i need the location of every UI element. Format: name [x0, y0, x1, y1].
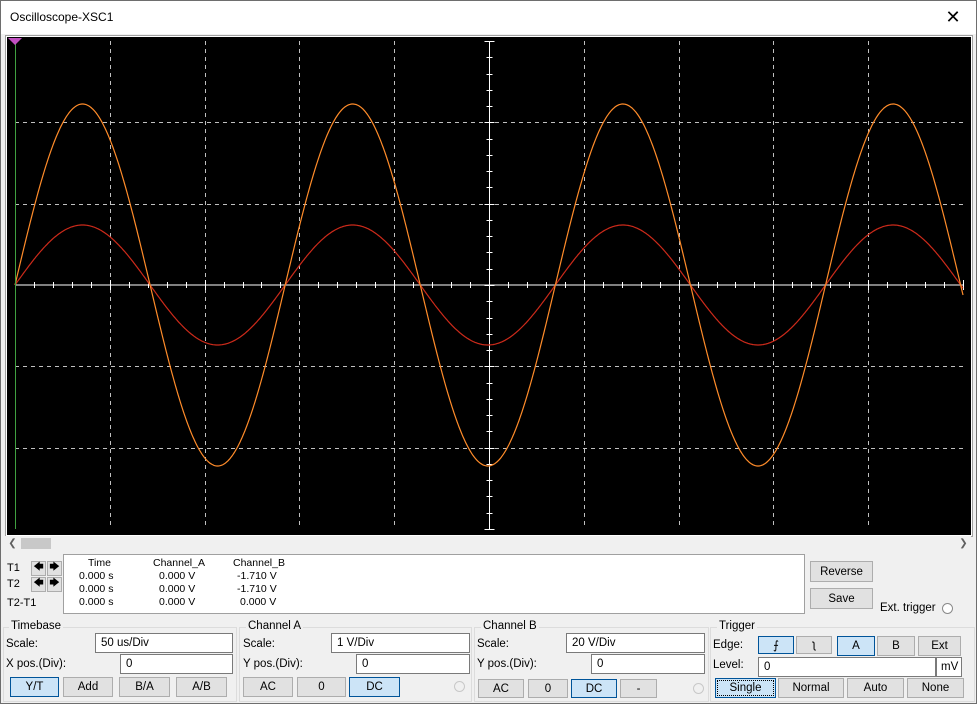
ext-trigger-radio[interactable]	[942, 603, 953, 614]
trigger-source-b[interactable]: B	[877, 636, 915, 656]
scope-display	[7, 37, 971, 535]
readout-t2-channel-a: 0.000 V	[159, 583, 196, 595]
channel-b-coupling-0[interactable]: 0	[528, 679, 568, 698]
channel-a-coupling-0[interactable]: 0	[297, 677, 346, 697]
channel-b-scale-label: Scale:	[477, 638, 509, 650]
channel-a-scale-label: Scale:	[243, 638, 275, 650]
close-icon: ✕	[945, 7, 961, 27]
t2-right-button[interactable]: 🡆	[47, 576, 62, 592]
trigger-edge-rising-button[interactable]: ⨍	[758, 636, 794, 654]
timebase-xpos-input[interactable]: 0	[120, 654, 233, 674]
trigger-mode-none[interactable]: None	[907, 678, 964, 698]
channel-b-title: Channel B	[481, 620, 539, 632]
channel-b-scale-input[interactable]: 20 V/Div	[566, 633, 705, 653]
window-title: Oscilloscope-XSC1	[10, 10, 114, 24]
scroll-thumb[interactable]	[21, 538, 51, 549]
scroll-right-icon[interactable]: ❯	[956, 536, 971, 551]
channel-b-coupling-minus[interactable]: -	[620, 679, 657, 698]
timebase-scale-label: Scale:	[6, 638, 38, 650]
readout-t1-time: 0.000 s	[79, 570, 114, 582]
cursor-t2t1-label: T2-T1	[7, 597, 37, 609]
close-button[interactable]: ✕	[930, 1, 976, 34]
trigger-mode-normal[interactable]: Normal	[778, 678, 844, 698]
timebase-title: Timebase	[9, 620, 64, 632]
readout-t2t1-time: 0.000 s	[79, 596, 114, 608]
timebase-scale-input[interactable]: 50 us/Div	[95, 633, 233, 653]
arrow-left-icon: 🡄	[33, 561, 44, 573]
readout-header-time: Time	[88, 557, 111, 569]
arrow-left-icon: 🡄	[33, 577, 44, 589]
readout-header-channel-b: Channel_B	[233, 557, 285, 569]
timebase-mode-ba[interactable]: B/A	[119, 677, 170, 697]
title-bar: Oscilloscope-XSC1 ✕	[1, 1, 976, 34]
scope-screen	[5, 35, 973, 537]
arrow-right-icon: 🡆	[49, 561, 60, 573]
scroll-left-icon[interactable]: ❮	[5, 536, 20, 551]
channel-a-coupling-ac[interactable]: AC	[243, 677, 293, 697]
trigger-mode-auto[interactable]: Auto	[847, 678, 904, 698]
timebase-mode-ab[interactable]: A/B	[176, 677, 227, 697]
trigger-source-a[interactable]: A	[837, 636, 875, 656]
trigger-source-ext[interactable]: Ext	[918, 636, 961, 656]
channel-b-ext-radio[interactable]	[693, 683, 704, 694]
horizontal-scrollbar[interactable]: ❮ ❯	[5, 536, 971, 551]
channel-b-coupling-ac[interactable]: AC	[478, 679, 524, 698]
readout-t2t1-channel-a: 0.000 V	[159, 596, 196, 608]
trigger-edge-label: Edge:	[713, 639, 744, 651]
readout-t2-time: 0.000 s	[79, 583, 114, 595]
channel-a-ypos-input[interactable]: 0	[356, 654, 470, 674]
trigger-level-unit: mV	[936, 657, 962, 677]
ext-trigger-label: Ext. trigger	[880, 602, 936, 614]
readout-header-channel-a: Channel_A	[153, 557, 205, 569]
timebase-mode-yt[interactable]: Y/T	[10, 677, 59, 697]
channel-a-ext-radio[interactable]	[454, 681, 465, 692]
readout-t1-channel-b: -1.710 V	[237, 570, 277, 582]
t1-left-button[interactable]: 🡄	[31, 560, 46, 576]
save-button[interactable]: Save	[810, 588, 873, 609]
trigger-title: Trigger	[717, 620, 757, 632]
cursor-t2-label: T2	[7, 578, 20, 590]
trigger-level-input[interactable]: 0	[758, 657, 936, 677]
cursor-t1-label: T1	[7, 562, 20, 574]
channel-b-ypos-label: Y pos.(Div):	[477, 658, 537, 670]
channel-b-coupling-dc[interactable]: DC	[571, 679, 617, 698]
readout-t2t1-channel-b: 0.000 V	[240, 596, 277, 608]
timebase-mode-add[interactable]: Add	[63, 677, 113, 697]
cursor-t2t1-row: T2-T1	[7, 595, 47, 611]
t1-right-button[interactable]: 🡆	[47, 560, 62, 576]
t2-left-button[interactable]: 🡄	[31, 576, 46, 592]
oscilloscope-window: Oscilloscope-XSC1 ✕ ❮ ❯ T1 🡄 🡆 T2 🡄 🡆 T2…	[0, 0, 977, 704]
cursor-t1-row: T1 🡄 🡆	[7, 560, 63, 576]
trigger-edge-falling-button[interactable]: ʅ	[796, 636, 832, 654]
readout-t1-channel-a: 0.000 V	[159, 570, 196, 582]
channel-a-title: Channel A	[246, 620, 304, 632]
timebase-xpos-label: X pos.(Div):	[6, 658, 67, 670]
measurement-readout: Time Channel_A Channel_B 0.000 s 0.000 V…	[63, 554, 805, 614]
channel-a-ypos-label: Y pos.(Div):	[243, 658, 303, 670]
channel-a-scale-input[interactable]: 1 V/Div	[331, 633, 470, 653]
channel-a-coupling-dc[interactable]: DC	[349, 677, 400, 697]
cursor-t2-row: T2 🡄 🡆	[7, 576, 63, 592]
reverse-button[interactable]: Reverse	[810, 561, 873, 582]
falling-edge-icon: ʅ	[812, 639, 816, 651]
arrow-right-icon: 🡆	[49, 577, 60, 589]
trigger-mode-single[interactable]: Single	[715, 678, 776, 698]
readout-t2-channel-b: -1.710 V	[237, 583, 277, 595]
rising-edge-icon: ⨍	[773, 640, 779, 652]
trigger-level-label: Level:	[713, 659, 744, 671]
channel-b-ypos-input[interactable]: 0	[591, 654, 705, 674]
